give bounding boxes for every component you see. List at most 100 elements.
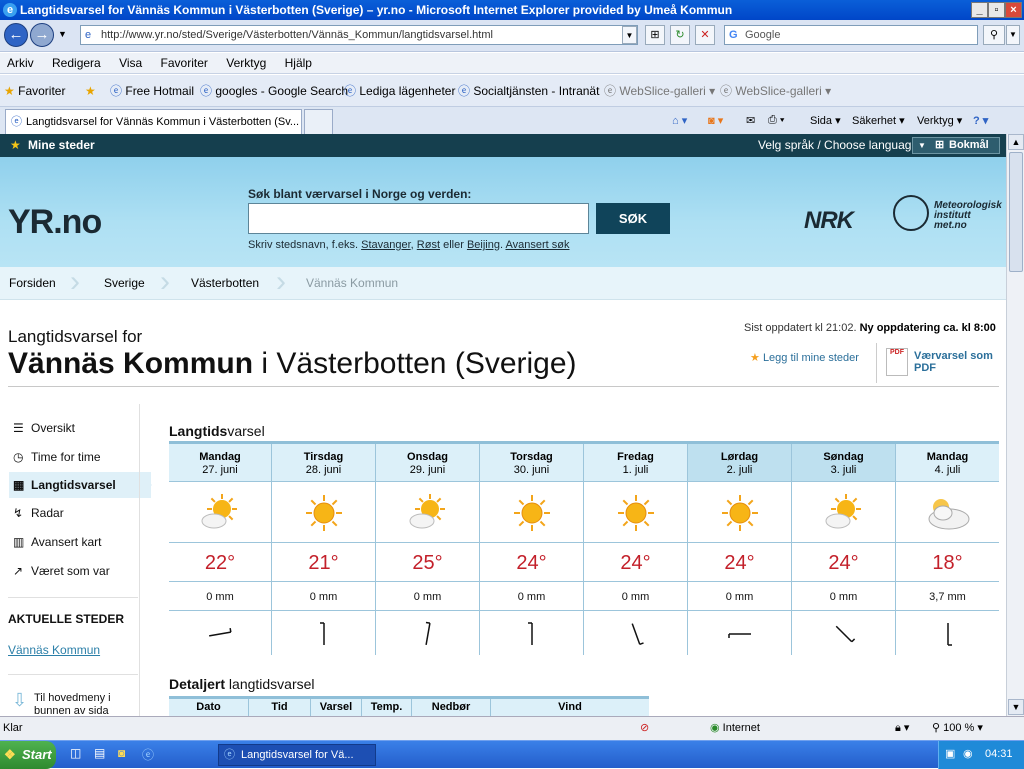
fav-item-socialtjansten[interactable]: ⓔ Socialtjänsten - Intranät xyxy=(458,75,599,107)
back-to-menu-link[interactable]: Til hovedmeny i bunnen av sida xyxy=(34,692,111,716)
language-select[interactable]: ▼ ⊞ Bokmål xyxy=(912,137,1000,154)
nav-varet-som-var[interactable]: ↗ Været som var xyxy=(9,558,139,584)
page-scrollbar[interactable]: ▲ ▼ xyxy=(1006,134,1024,716)
menu-verktyg[interactable]: Verktyg xyxy=(226,56,266,70)
home-icon[interactable]: ⌂ ▾ xyxy=(672,114,687,127)
add-favorite-icon[interactable]: ★ xyxy=(85,75,96,107)
back-button[interactable]: ← xyxy=(4,23,28,47)
tab-active[interactable]: ⓔ Langtidsvarsel for Vännäs Kommun i Väs… xyxy=(5,109,302,134)
pdf-line: Værvarsel som xyxy=(914,350,993,362)
hint-link-beijing[interactable]: Beijing xyxy=(467,239,500,251)
fav-item-lediga[interactable]: ⓔ Lediga lägenheter xyxy=(344,75,455,107)
nav-oversikt[interactable]: ☰ Oversikt xyxy=(9,415,139,441)
nav-time-for-time[interactable]: ◷ Time for time xyxy=(9,444,139,470)
quicklaunch-ie-icon[interactable]: ⓔ xyxy=(142,746,154,763)
hint-link-rost[interactable]: Røst xyxy=(417,239,440,251)
col-header: Temp. xyxy=(362,699,412,716)
address-bar[interactable]: e http://www.yr.no/sted/Sverige/Västerbo… xyxy=(80,25,638,45)
fav-item-webslice-2[interactable]: ⓔ WebSlice-galleri ▾ xyxy=(720,75,831,107)
page-icon: e xyxy=(85,29,92,41)
close-button[interactable]: × xyxy=(1005,2,1022,18)
breadcrumb-forsiden[interactable]: Forsiden xyxy=(9,267,56,300)
breadcrumb-vasterbotten[interactable]: Västerbotten xyxy=(191,267,259,300)
page-title-rest: i Västerbotten (Sverige) xyxy=(253,347,577,380)
quicklaunch-icon[interactable]: ◙ xyxy=(118,746,125,760)
mine-steder-link[interactable]: Mine steder xyxy=(28,134,95,157)
sida-menu[interactable]: Sida ▾ xyxy=(810,114,841,127)
tray-icon[interactable]: ◉ xyxy=(963,741,973,768)
search-dropdown-icon[interactable]: ▼ xyxy=(1006,25,1020,45)
aktuelle-link-vannas[interactable]: Vännäs Kommun xyxy=(8,643,100,657)
new-tab-button[interactable] xyxy=(304,109,333,134)
stop-icon[interactable]: ✕ xyxy=(695,25,715,45)
menu-arkiv[interactable]: Arkiv xyxy=(7,56,34,70)
hint-link-stavanger[interactable]: Stavanger xyxy=(361,239,411,251)
nav-langtidsvarsel[interactable]: ▦ Langtidsvarsel xyxy=(9,472,151,498)
day-date: 27. juni xyxy=(202,464,238,476)
met-logo-text[interactable]: Meteorologisk institutt met.no xyxy=(934,201,1002,231)
scroll-down-icon[interactable]: ▼ xyxy=(1008,699,1024,715)
taskbar-item-ie[interactable]: ⓔ Langtidsvarsel for Vä... xyxy=(218,744,376,766)
forward-button[interactable]: → xyxy=(30,23,54,47)
fav-item-webslice-1[interactable]: ⓔ WebSlice-galleri ▾ xyxy=(604,75,715,107)
pdf-icon[interactable]: PDF xyxy=(886,348,908,376)
rss-icon[interactable]: ◙ ▾ xyxy=(708,114,723,127)
precipitation: 0 mm xyxy=(688,583,791,611)
nav-label: Langtidsvarsel xyxy=(31,478,116,492)
fav-item-hotmail[interactable]: ⓔ Free Hotmail xyxy=(110,75,194,107)
nrk-logo[interactable]: NRK xyxy=(804,207,854,235)
search-button[interactable]: SØK xyxy=(596,203,670,234)
fav-item-googles[interactable]: ⓔ googles - Google Search xyxy=(200,75,348,107)
refresh-icon[interactable]: ↻ xyxy=(670,25,690,45)
scroll-up-icon[interactable]: ▲ xyxy=(1008,134,1024,150)
maximize-button[interactable]: ▫ xyxy=(988,2,1005,18)
address-dropdown-icon[interactable]: ▼ xyxy=(622,26,637,44)
nav-dropdown-icon[interactable]: ▼ xyxy=(58,29,67,39)
precipitation: 0 mm xyxy=(169,583,271,611)
nav-avansert-kart[interactable]: ▥ Avansert kart xyxy=(9,529,139,555)
verktyg-menu[interactable]: Verktyg ▾ xyxy=(917,114,962,127)
advanced-search-link[interactable]: Avansert søk xyxy=(505,239,569,251)
add-to-mine-steder[interactable]: ★ Legg til mine steder xyxy=(750,351,859,364)
print-icon[interactable]: ⎙ ▾ xyxy=(768,114,784,127)
help-icon[interactable]: ? ▾ xyxy=(973,114,988,127)
quicklaunch-icon[interactable]: ▤ xyxy=(94,746,105,760)
day-name: Lørdag xyxy=(720,451,759,463)
breadcrumb-sep: › xyxy=(160,265,170,298)
start-button[interactable]: ❖ Start xyxy=(0,741,56,769)
divider xyxy=(876,343,877,383)
tray-icon[interactable]: ▣ xyxy=(945,741,955,768)
partly-cloudy-icon xyxy=(409,494,445,529)
map-icon: ▥ xyxy=(13,535,25,549)
place-search-input[interactable] xyxy=(248,203,589,234)
menu-favoriter[interactable]: Favoriter xyxy=(161,56,208,70)
quicklaunch-icon[interactable]: ◫ xyxy=(70,746,81,760)
sakerhet-label: Säkerhet xyxy=(852,115,897,127)
ie-page-icon: ⓔ xyxy=(344,84,357,98)
menu-hjalp[interactable]: Hjälp xyxy=(285,56,312,70)
page-title-place: Vännäs Kommun xyxy=(8,347,254,380)
favorites-button[interactable]: ★ Favoriter xyxy=(4,75,65,107)
day-date: 2. juli xyxy=(726,464,753,476)
minimize-button[interactable]: _ xyxy=(971,2,988,18)
breadcrumb-sverige[interactable]: Sverige xyxy=(104,267,145,300)
detail-title-bold: Detaljert xyxy=(169,676,226,692)
zoom-control[interactable]: ⚲ 100 % ▾ xyxy=(932,717,983,740)
yr-logo[interactable]: YR.no xyxy=(8,203,102,242)
nav-radar[interactable]: ↯ Radar xyxy=(9,500,139,526)
mail-icon[interactable]: ✉ xyxy=(746,114,755,127)
menu-redigera[interactable]: Redigera xyxy=(52,56,101,70)
scroll-thumb[interactable] xyxy=(1009,152,1023,272)
search-icon[interactable]: ⚲ xyxy=(983,25,1005,45)
search-input[interactable]: G Google xyxy=(724,25,978,45)
wind-arrow-icon xyxy=(424,621,431,645)
protected-mode-icon[interactable]: 🔒︎ ▾ xyxy=(895,717,909,740)
menu-visa[interactable]: Visa xyxy=(119,56,142,70)
pdf-link[interactable]: Værvarsel som PDF xyxy=(914,350,993,374)
active-arrow xyxy=(139,472,152,498)
window-title-bar: e Langtidsvarsel for Vännäs Kommun i Väs… xyxy=(0,0,1024,20)
compat-view-icon[interactable]: ⊞ xyxy=(645,25,665,45)
fav-label: googles - Google Search xyxy=(215,84,349,98)
sakerhet-menu[interactable]: Säkerhet ▾ xyxy=(852,114,905,127)
window-title: Langtidsvarsel for Vännäs Kommun i Väste… xyxy=(20,3,733,17)
